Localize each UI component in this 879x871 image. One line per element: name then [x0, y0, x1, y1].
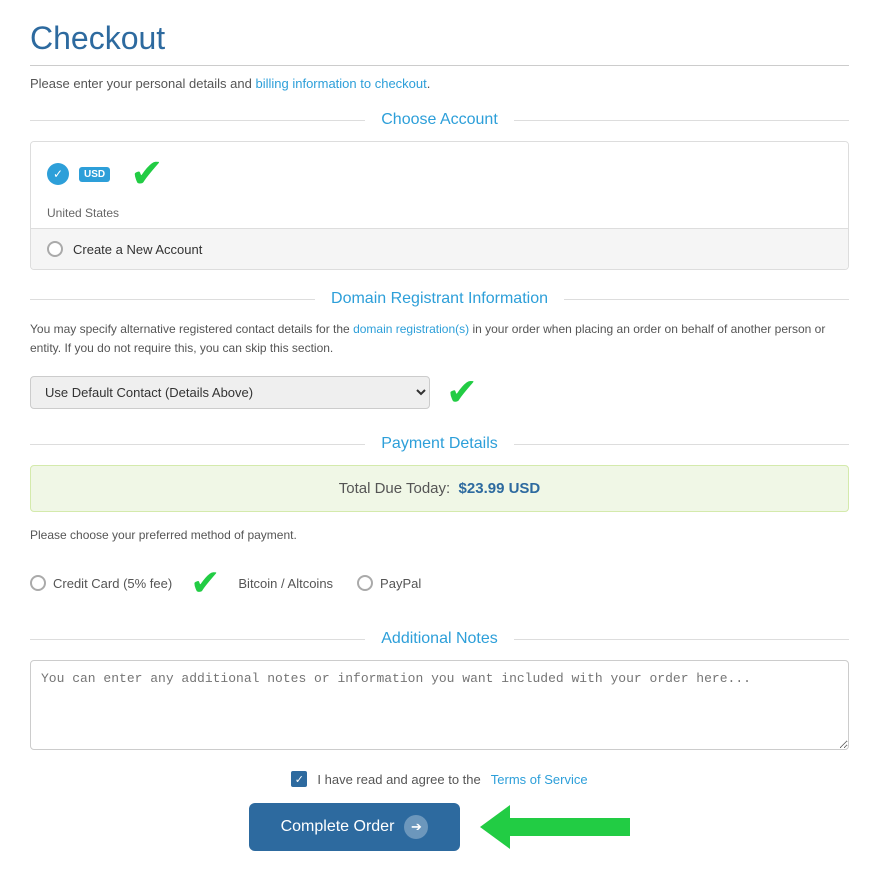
subtitle-blue: billing information to checkout: [255, 76, 426, 91]
additional-notes-label: Additional Notes: [365, 630, 514, 648]
notes-header-line-left: [30, 639, 365, 640]
payment-note: Please choose your preferred method of p…: [30, 528, 849, 542]
payment-header-line-left: [30, 444, 365, 445]
usd-badge: USD: [79, 167, 110, 182]
additional-notes-header: Additional Notes: [30, 630, 849, 648]
page-subtitle: Please enter your personal details and b…: [30, 76, 849, 91]
paypal-label: PayPal: [380, 576, 421, 591]
paypal-radio[interactable]: [357, 575, 373, 591]
payment-methods: Credit Card (5% fee) ✔ Bitcoin / Altcoin…: [30, 556, 849, 610]
green-arrow-indicator: [480, 805, 630, 849]
payment-details-header: Payment Details: [30, 435, 849, 453]
page-title: Checkout: [30, 20, 849, 57]
domain-desc-blue: domain registration(s): [353, 322, 469, 336]
payment-method-bitcoin[interactable]: Bitcoin / Altcoins: [238, 576, 333, 591]
account-country-label: United States: [31, 206, 848, 228]
create-account-label: Create a New Account: [73, 242, 202, 257]
payment-details-label: Payment Details: [365, 435, 514, 453]
title-divider: [30, 65, 849, 66]
selected-checkmark-icon: ✔: [130, 154, 164, 194]
complete-order-label: Complete Order: [281, 818, 395, 836]
complete-order-button[interactable]: Complete Order ➔: [249, 803, 461, 851]
domain-contact-select[interactable]: Use Default Contact (Details Above): [30, 376, 430, 409]
subtitle-plain: Please enter your personal details and: [30, 76, 255, 91]
choose-account-header: Choose Account: [30, 111, 849, 129]
account-option-usd[interactable]: ✓ USD ✔: [31, 142, 848, 206]
check-icon: ✓: [47, 163, 69, 185]
domain-row: Use Default Contact (Details Above) ✔: [30, 370, 849, 415]
payment-method-paypal[interactable]: PayPal: [357, 575, 421, 591]
total-label: Total Due Today:: [339, 480, 450, 497]
tos-link[interactable]: Terms of Service: [491, 772, 588, 787]
bitcoin-selected-checkmark-icon: ✔: [190, 562, 220, 604]
domain-registrant-label: Domain Registrant Information: [315, 290, 564, 308]
domain-header-line-right: [564, 299, 849, 300]
tos-checkbox[interactable]: ✓: [291, 771, 307, 787]
account-box: ✓ USD ✔ United States Create a New Accou…: [30, 141, 849, 270]
arrow-shaft-icon: [510, 818, 630, 836]
domain-description: You may specify alternative registered c…: [30, 320, 849, 358]
arrow-head-icon: [480, 805, 510, 849]
payment-method-credit-card[interactable]: Credit Card (5% fee): [30, 575, 172, 591]
tos-row: ✓ I have read and agree to the Terms of …: [30, 771, 849, 787]
header-line-right: [514, 120, 849, 121]
total-box: Total Due Today: $23.99 USD: [30, 465, 849, 512]
domain-desc-plain1: You may specify alternative registered c…: [30, 322, 353, 336]
subtitle-end: .: [427, 76, 431, 91]
domain-checkmark-icon: ✔: [446, 370, 478, 415]
total-amount: $23.99 USD: [459, 480, 541, 497]
bitcoin-label: Bitcoin / Altcoins: [238, 576, 333, 591]
tos-text: I have read and agree to the: [317, 772, 480, 787]
credit-card-radio[interactable]: [30, 575, 46, 591]
notes-header-line-right: [514, 639, 849, 640]
choose-account-label: Choose Account: [365, 111, 514, 129]
complete-order-row: Complete Order ➔: [30, 803, 849, 851]
notes-textarea[interactable]: [30, 660, 849, 750]
create-account-option[interactable]: Create a New Account: [31, 228, 848, 269]
credit-card-label: Credit Card (5% fee): [53, 576, 172, 591]
complete-order-arrow-icon: ➔: [404, 815, 428, 839]
domain-header-line-left: [30, 299, 315, 300]
header-line-left: [30, 120, 365, 121]
domain-registrant-header: Domain Registrant Information: [30, 290, 849, 308]
payment-header-line-right: [514, 444, 849, 445]
create-account-radio[interactable]: [47, 241, 63, 257]
